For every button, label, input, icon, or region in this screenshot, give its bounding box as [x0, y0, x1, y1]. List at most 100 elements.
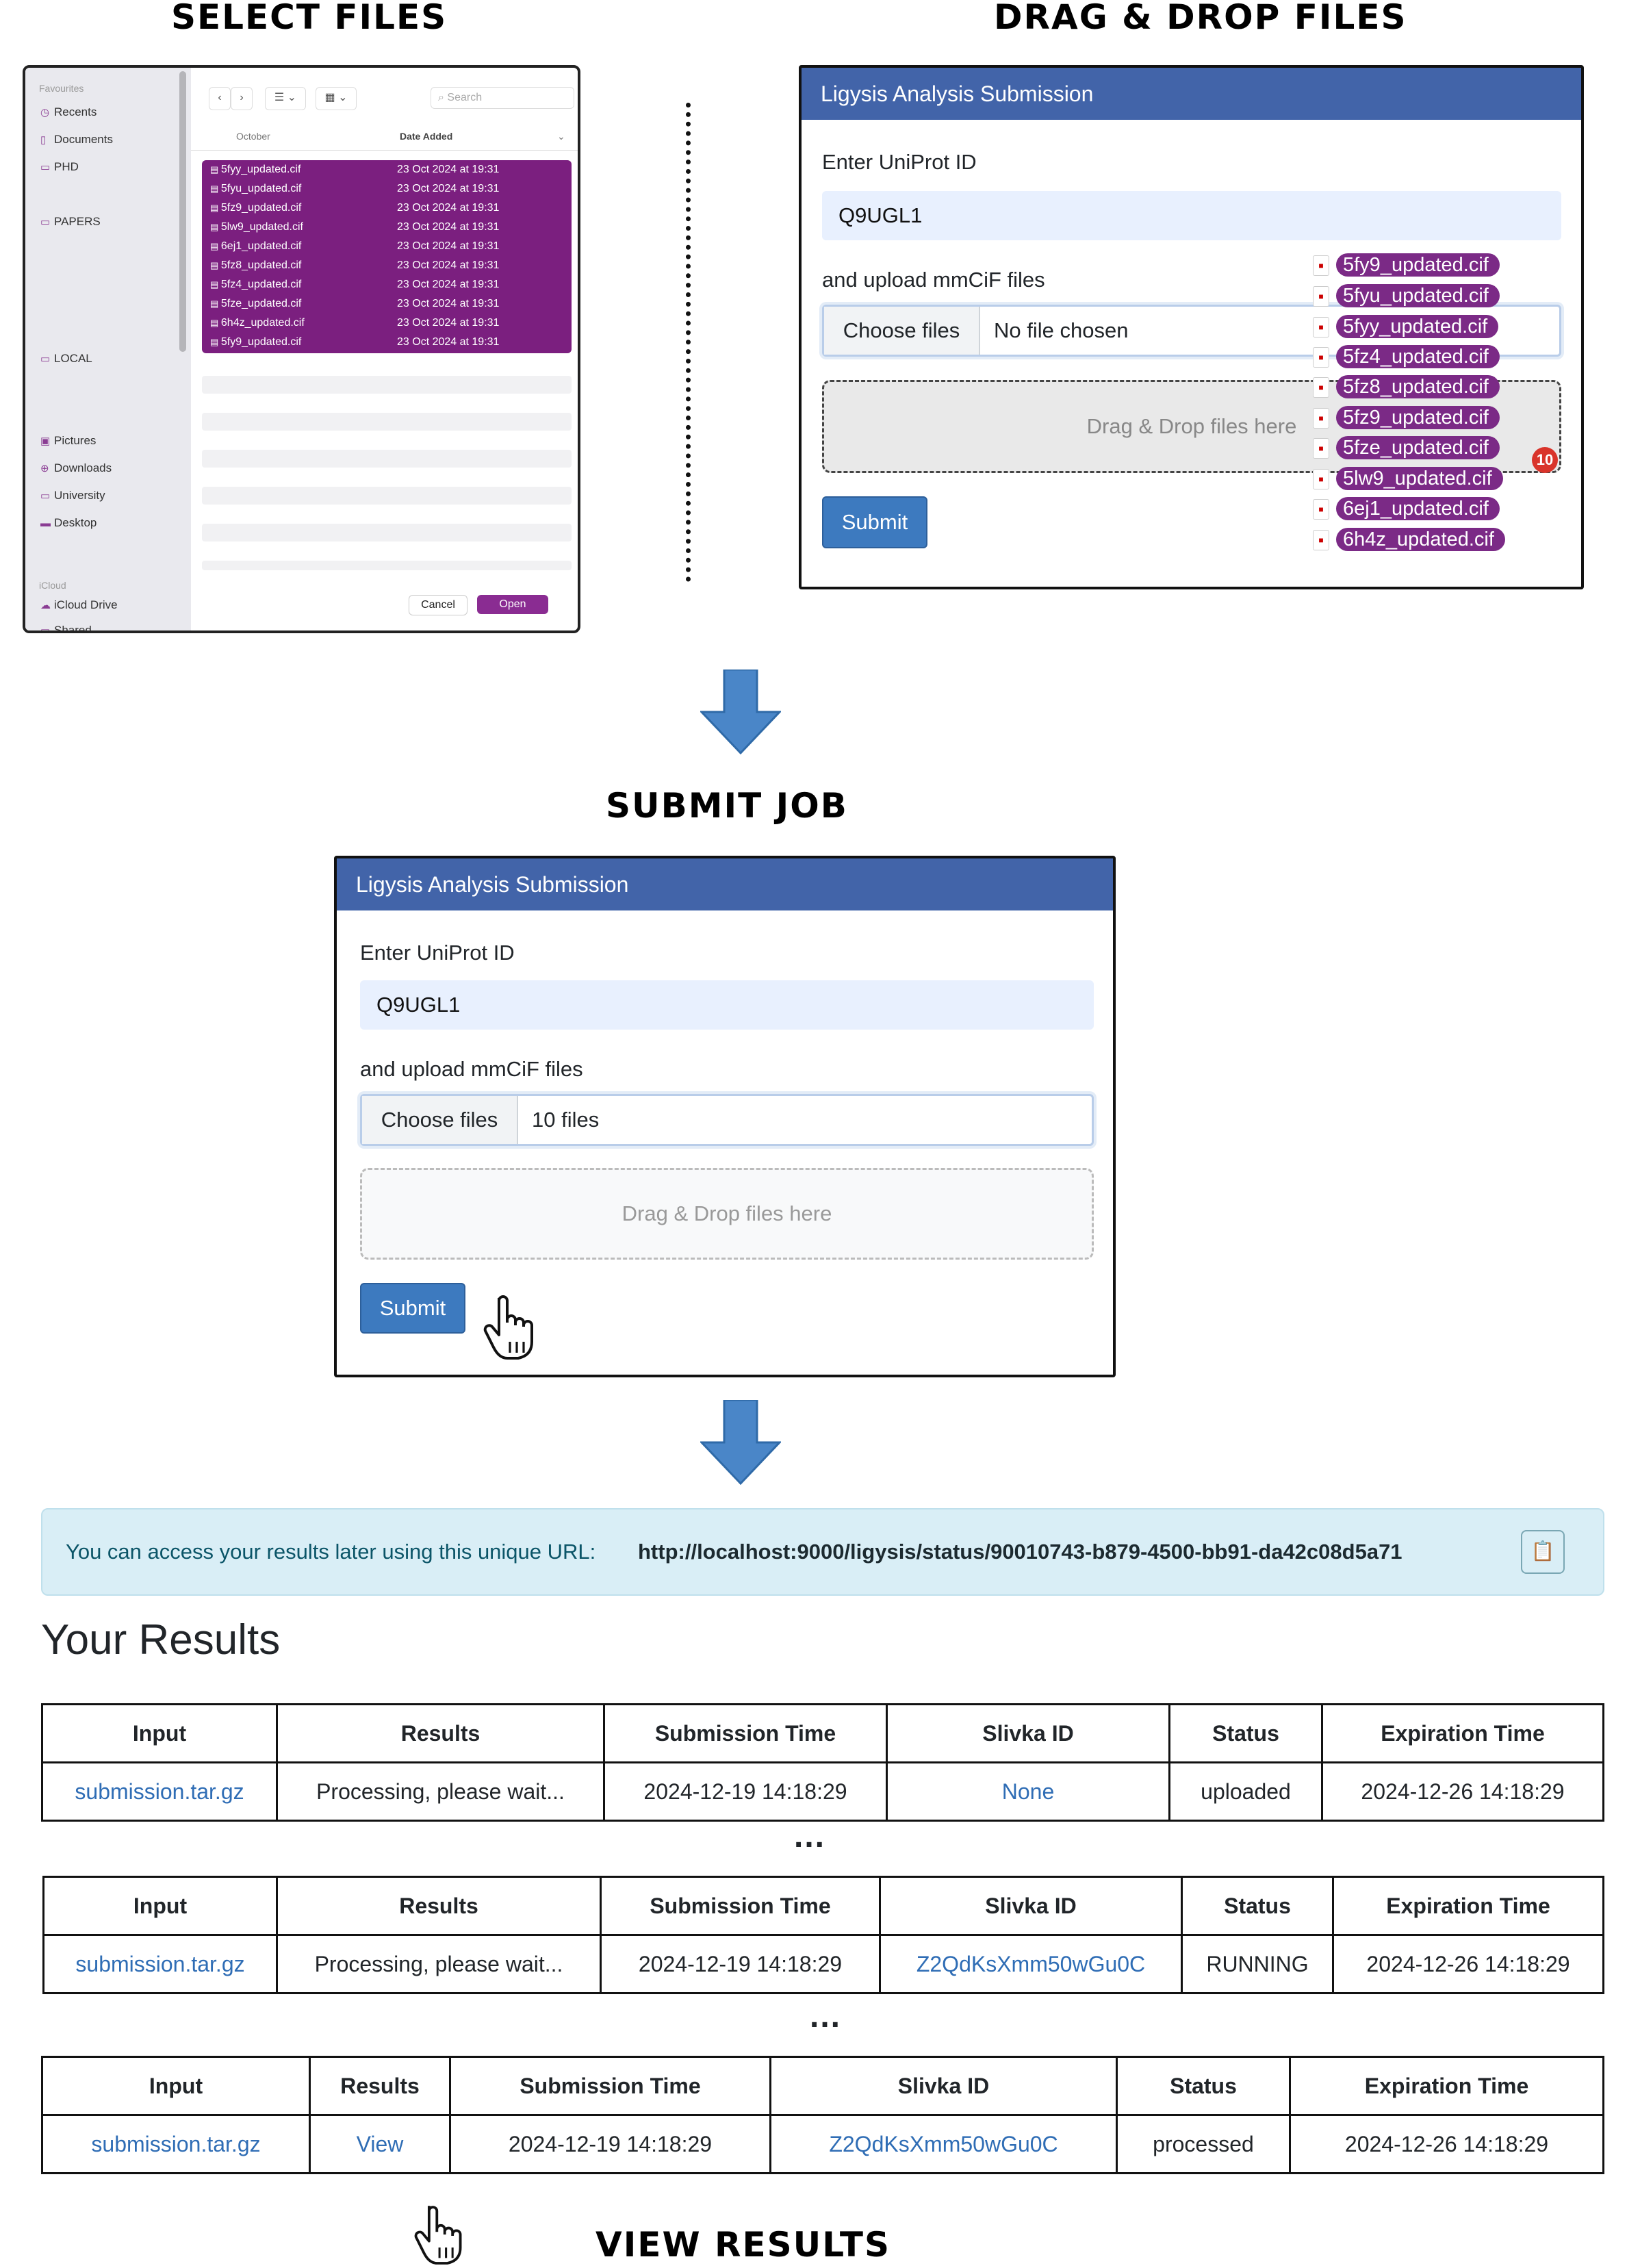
col-expiration-time: Expiration Time [1289, 2056, 1604, 2116]
col-input: Input [41, 2056, 311, 2116]
sidebar-item-shared[interactable]: ▭ Shared [40, 624, 92, 633]
file-row[interactable]: 5fyy_updated.cif23 Oct 2024 at 19:31 [202, 160, 572, 179]
col-submission-time: Submission Time [449, 2056, 771, 2116]
col-status: Status [1168, 1703, 1323, 1763]
choose-files-button[interactable]: Choose files [824, 307, 980, 355]
result-url[interactable]: http://localhost:9000/ligysis/status/900… [638, 1540, 1402, 1564]
file-icon: ■ [1313, 317, 1329, 337]
forward-button[interactable]: › [231, 87, 253, 110]
dragged-file-pill: 5fy9_updated.cif [1336, 253, 1500, 277]
file-icon: ■ [1313, 377, 1329, 398]
file-icon: ■ [1313, 286, 1329, 307]
sidebar-item-desktop[interactable]: ▬ Desktop [40, 516, 97, 530]
download-icon: ⊕ [40, 463, 49, 474]
column-header-date-added[interactable]: Date Added [400, 131, 452, 142]
file-row[interactable]: 5lw9_updated.cif23 Oct 2024 at 19:31 [202, 218, 572, 237]
dragged-file-pill: 5fz9_updated.cif [1336, 406, 1500, 429]
sidebar-item-downloads[interactable]: ⊕ Downloads [40, 461, 112, 475]
search-input[interactable]: ⌕ Search [431, 87, 574, 109]
file-row[interactable]: 5fz9_updated.cif23 Oct 2024 at 19:31 [202, 199, 572, 218]
drop-zone[interactable]: Drag & Drop files here [360, 1168, 1094, 1260]
slivka-id-link[interactable]: Z2QdKsXmm50wGu0C [769, 2114, 1118, 2174]
uniprot-input[interactable]: Q9UGL1 [822, 191, 1561, 240]
list-view-button[interactable]: ☰ ⌄ [265, 87, 306, 110]
results-table-processed: Input Results Submission Time Slivka ID … [41, 2056, 1604, 2174]
col-submission-time: Submission Time [600, 1876, 881, 1936]
column-divider [191, 150, 578, 151]
sidebar-item-local[interactable]: ▭ LOCAL [40, 352, 92, 366]
finder-sidebar: Favourites ◷ Recents ▯ Documents ▭ PHD ▭ PAP… [25, 68, 191, 630]
col-slivka-id: Slivka ID [879, 1876, 1183, 1936]
sidebar-group-favourites: Favourites [39, 83, 84, 94]
file-picker-dialog: Favourites ◷ Recents ▯ Documents ▭ PHD ▭ PAP… [23, 65, 580, 633]
uniprot-label: Enter UniProt ID [822, 150, 977, 174]
file-row[interactable]: 5fze_updated.cif23 Oct 2024 at 19:31 [202, 294, 572, 314]
expiration-time-cell: 2024-12-26 14:18:29 [1332, 1934, 1604, 1994]
submit-button[interactable]: Submit [360, 1283, 465, 1334]
sidebar-item-university[interactable]: ▭ University [40, 489, 105, 502]
file-row[interactable]: 5fz8_updated.cif23 Oct 2024 at 19:31 [202, 256, 572, 275]
file-row[interactable]: 5fy9_updated.cif23 Oct 2024 at 19:31 [202, 333, 572, 352]
view-results-link[interactable]: View [309, 2114, 451, 2174]
folder-icon: ▭ [40, 625, 51, 633]
cloud-icon: ☁ [40, 600, 51, 611]
finder-main: ‹ › ☰ ⌄ ▦ ⌄ ⌕ Search October Date Added … [191, 68, 578, 630]
table-row: submission.tar.gz Processing, please wai… [42, 1934, 1604, 1994]
sidebar-item-recents[interactable]: ◷ Recents [40, 105, 97, 119]
uniprot-label: Enter UniProt ID [360, 941, 515, 965]
copy-button[interactable]: 📋 [1521, 1530, 1565, 1574]
input-link[interactable]: submission.tar.gz [41, 1761, 278, 1822]
file-input[interactable]: Choose files 10 files [360, 1094, 1094, 1146]
file-row[interactable]: 6h4z_updated.cif23 Oct 2024 at 19:31 [202, 314, 572, 333]
open-button[interactable]: Open [477, 595, 548, 614]
col-submission-time: Submission Time [603, 1703, 888, 1763]
file-row[interactable]: 6ej1_updated.cif23 Oct 2024 at 19:31 [202, 237, 572, 256]
heading-select-files: SELECT FILES [171, 0, 448, 37]
col-results: Results [276, 1703, 605, 1763]
list-icon: ☰ ⌄ [274, 92, 297, 103]
slivka-id-link[interactable]: Z2QdKsXmm50wGu0C [879, 1934, 1183, 1994]
file-icon: ■ [1313, 469, 1329, 489]
card-title: Ligysis Analysis Submission [802, 68, 1581, 120]
empty-row [202, 524, 572, 541]
sidebar-item-papers[interactable]: ▭ PAPERS [40, 215, 101, 229]
table-row: submission.tar.gz Processing, please wai… [41, 1761, 1604, 1822]
choose-files-button[interactable]: Choose files [362, 1096, 518, 1144]
grid-view-button[interactable]: ▦ ⌄ [316, 87, 357, 110]
column-header-name[interactable]: October [236, 131, 270, 142]
input-link[interactable]: submission.tar.gz [42, 1934, 278, 1994]
file-input-status: No file chosen [994, 318, 1129, 342]
sidebar-item-documents[interactable]: ▯ Documents [40, 133, 113, 146]
hand-cursor-icon [414, 2206, 462, 2265]
chevron-down-icon[interactable]: ⌄ [557, 131, 565, 142]
grid-icon: ▦ ⌄ [324, 92, 348, 103]
col-input: Input [42, 1876, 278, 1936]
col-slivka-id: Slivka ID [886, 1703, 1170, 1763]
folder-icon: ▭ [40, 353, 51, 365]
selected-file-list: 5fyy_updated.cif23 Oct 2024 at 19:31 5fy… [202, 160, 572, 353]
submission-time-cell: 2024-12-19 14:18:29 [603, 1761, 888, 1822]
col-expiration-time: Expiration Time [1332, 1876, 1604, 1936]
ellipsis: ... [810, 1998, 842, 2035]
sidebar-item-phd[interactable]: ▭ PHD [40, 160, 79, 174]
submit-button[interactable]: Submit [822, 496, 927, 548]
results-title: Your Results [41, 1616, 281, 1664]
file-row[interactable]: 5fz4_updated.cif23 Oct 2024 at 19:31 [202, 275, 572, 294]
sidebar-item-icloud-drive[interactable]: ☁ iCloud Drive [40, 598, 118, 612]
search-icon: ⌕ [438, 92, 448, 103]
input-link[interactable]: submission.tar.gz [41, 2114, 311, 2174]
folder-icon: ▭ [40, 162, 51, 173]
sidebar-scrollbar[interactable] [179, 71, 186, 352]
dragged-file-pill: 6ej1_updated.cif [1336, 497, 1500, 520]
slivka-id-link[interactable]: None [886, 1761, 1170, 1822]
clock-icon: ◷ [40, 107, 50, 118]
uniprot-input[interactable]: Q9UGL1 [360, 980, 1094, 1030]
cancel-button[interactable]: Cancel [409, 595, 467, 615]
submission-time-cell: 2024-12-19 14:18:29 [600, 1934, 881, 1994]
empty-row [202, 561, 572, 570]
file-row[interactable]: 5fyu_updated.cif23 Oct 2024 at 19:31 [202, 179, 572, 199]
file-icon: ■ [1313, 438, 1329, 459]
sidebar-item-pictures[interactable]: ▣ Pictures [40, 434, 96, 448]
dragged-file-pill: 5fze_updated.cif [1336, 436, 1500, 459]
back-button[interactable]: ‹ [209, 87, 231, 110]
